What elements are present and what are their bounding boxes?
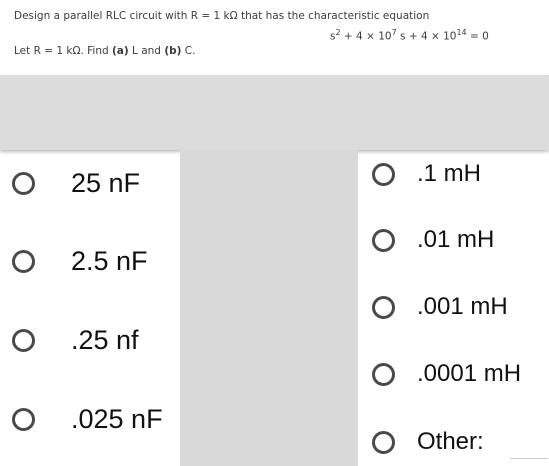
option-label: .001 mH <box>417 293 508 320</box>
radio-button[interactable] <box>12 408 35 431</box>
column-divider <box>180 150 358 466</box>
radio-button[interactable] <box>12 172 35 195</box>
option-0-0001mh[interactable]: .0001 mH <box>372 360 521 388</box>
option-label: .0001 mH <box>417 360 522 387</box>
other-text-input[interactable] <box>510 458 548 459</box>
option-2-5nf[interactable]: 2.5 nF <box>12 246 148 277</box>
option-0-001mh[interactable]: .001 mH <box>372 293 508 321</box>
option-other[interactable]: Other: <box>372 428 484 456</box>
option-label: 2.5 nF <box>71 246 148 276</box>
radio-button[interactable] <box>372 362 395 386</box>
option-0-01mh[interactable]: .01 mH <box>372 226 494 254</box>
option-25nf[interactable]: 25 nF <box>12 168 140 199</box>
question-instruction: Let R = 1 kΩ. Find (a) L and (b) C. <box>14 45 196 57</box>
option-0-025nf[interactable]: .025 nF <box>12 404 163 435</box>
header-band <box>0 75 549 150</box>
radio-button[interactable] <box>372 430 395 454</box>
radio-button[interactable] <box>12 329 35 352</box>
question-card: Design a parallel RLC circuit with R = 1… <box>0 0 549 75</box>
radio-button[interactable] <box>372 162 395 186</box>
option-label: .01 mH <box>417 226 495 253</box>
radio-button[interactable] <box>12 250 35 273</box>
question-text: Design a parallel RLC circuit with R = 1… <box>14 10 430 22</box>
option-0-1mh[interactable]: .1 mH <box>372 160 481 188</box>
option-label: Other: <box>417 428 484 455</box>
option-0-25nf[interactable]: .25 nf <box>12 325 139 356</box>
option-label: 25 nF <box>71 168 141 198</box>
characteristic-equation: s2 + 4 × 107 s + 4 × 1014 = 0 <box>330 28 489 43</box>
radio-button[interactable] <box>372 295 395 319</box>
option-label: .25 nf <box>71 325 139 355</box>
radio-button[interactable] <box>372 228 395 252</box>
option-label: .1 mH <box>417 160 482 187</box>
option-label: .025 nF <box>71 404 163 434</box>
